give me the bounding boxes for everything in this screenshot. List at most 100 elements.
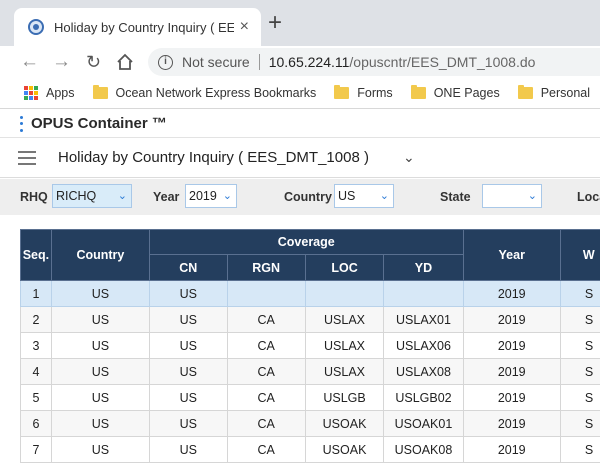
cell-year[interactable]: 2019 [462,306,561,333]
rhq-select[interactable]: RICHQ ⌄ [52,184,132,208]
cell-rgn[interactable]: CA [226,410,306,437]
forward-arrow-icon[interactable]: → [52,48,71,76]
cell-yd[interactable] [383,280,464,307]
cell-yd[interactable]: USOAK08 [383,436,464,463]
cell-year[interactable]: 2019 [462,410,561,437]
filter-bar: RHQ RICHQ ⌄ Year 2019 ⌄ Country US ⌄ Sta… [0,179,600,215]
header-seq[interactable]: Seq. [20,229,52,281]
cell-cn[interactable]: US [148,332,228,359]
cell-w[interactable]: S [559,332,600,359]
chevron-down-icon[interactable]: ⌄ [403,149,415,166]
cell-loc[interactable] [304,280,385,307]
cell-year[interactable]: 2019 [462,384,561,411]
table-row[interactable]: 4 US US CA USLAX USLAX08 2019 S [20,358,600,385]
state-select[interactable]: ⌄ [482,184,542,208]
cell-w[interactable]: S [559,280,600,307]
cell-w[interactable]: S [559,306,600,333]
cell-seq[interactable]: 1 [20,280,52,307]
close-tab-icon[interactable]: × [240,19,249,35]
cell-seq[interactable]: 5 [20,384,52,411]
cell-loc[interactable]: USLAX [304,306,385,333]
new-tab-button[interactable]: + [268,11,282,35]
bookmark-ocean-network-express[interactable]: Ocean Network Express Bookmarks [92,85,316,100]
header-loc[interactable]: LOC [304,254,385,281]
cell-rgn[interactable]: CA [226,384,306,411]
cell-year[interactable]: 2019 [462,436,561,463]
cell-country[interactable]: US [50,436,150,463]
header-country[interactable]: Country [50,229,150,281]
cell-country[interactable]: US [50,306,150,333]
cell-cn[interactable]: US [148,384,228,411]
cell-yd[interactable]: USLAX06 [383,332,464,359]
cell-seq[interactable]: 4 [20,358,52,385]
menu-icon[interactable] [18,151,36,165]
cell-rgn[interactable]: CA [226,306,306,333]
address-bar[interactable]: i Not secure 10.65.224.11/opuscntr/EES_D… [148,48,600,76]
chevron-down-icon: ⌄ [527,190,537,202]
header-w[interactable]: W [559,229,600,281]
header-yd[interactable]: YD [383,254,464,281]
cell-rgn[interactable]: CA [226,358,306,385]
home-icon[interactable] [116,48,134,80]
cell-w[interactable]: S [559,410,600,437]
cell-country[interactable]: US [50,280,150,307]
cell-loc[interactable]: USOAK [304,436,385,463]
header-cn[interactable]: CN [148,254,228,281]
cell-year[interactable]: 2019 [462,332,561,359]
cell-cn[interactable]: US [148,306,228,333]
browser-tab-strip: Holiday by Country Inquiry ( EES_DMT_100… [0,0,600,46]
cell-seq[interactable]: 7 [20,436,52,463]
header-rgn[interactable]: RGN [226,254,306,281]
app-name: OPUS Container ™ [31,115,167,132]
cell-cn[interactable]: US [148,436,228,463]
cell-yd[interactable]: USLGB02 [383,384,464,411]
header-coverage: Coverage [148,229,464,255]
cell-seq[interactable]: 6 [20,410,52,437]
year-select[interactable]: 2019 ⌄ [185,184,237,208]
cell-yd[interactable]: USOAK01 [383,410,464,437]
header-year[interactable]: Year [462,229,561,281]
country-select[interactable]: US ⌄ [334,184,394,208]
cell-loc[interactable]: USLGB [304,384,385,411]
cell-country[interactable]: US [50,358,150,385]
reload-icon[interactable]: ↻ [86,48,101,76]
cell-w[interactable]: S [559,436,600,463]
cell-cn[interactable]: US [148,410,228,437]
bookmark-one-pages[interactable]: ONE Pages [410,85,500,100]
cell-seq[interactable]: 2 [20,306,52,333]
cell-rgn[interactable]: CA [226,332,306,359]
table-row[interactable]: 7 US US CA USOAK USOAK08 2019 S [20,436,600,463]
cell-w[interactable]: S [559,358,600,385]
cell-seq[interactable]: 3 [20,332,52,359]
back-arrow-icon[interactable]: ← [20,48,39,76]
bookmark-apps[interactable]: Apps [24,86,75,100]
cell-country[interactable]: US [50,384,150,411]
cell-loc[interactable]: USLAX [304,332,385,359]
bookmark-personal[interactable]: Personal [517,85,590,100]
cell-rgn[interactable]: CA [226,436,306,463]
cell-year[interactable]: 2019 [462,358,561,385]
cell-yd[interactable]: USLAX08 [383,358,464,385]
page-title-bar: Holiday by Country Inquiry ( EES_DMT_100… [0,138,600,178]
app-header: OPUS Container ™ [0,110,600,138]
cell-cn[interactable]: US [148,358,228,385]
cell-loc[interactable]: USLAX [304,358,385,385]
table-row[interactable]: 5 US US CA USLGB USLGB02 2019 S [20,384,600,411]
info-icon[interactable]: i [158,54,173,70]
cell-country[interactable]: US [50,410,150,437]
table-row[interactable]: 3 US US CA USLAX USLAX06 2019 S [20,332,600,359]
table-row[interactable]: 2 US US CA USLAX USLAX01 2019 S [20,306,600,333]
bookmark-label: Apps [46,86,75,100]
cell-country[interactable]: US [50,332,150,359]
cell-year[interactable]: 2019 [462,280,561,307]
holiday-table: Seq. Country Coverage Year W CN RGN LOC … [20,229,600,463]
bookmark-forms[interactable]: Forms [334,85,393,100]
cell-w[interactable]: S [559,384,600,411]
cell-yd[interactable]: USLAX01 [383,306,464,333]
cell-rgn[interactable] [226,280,306,307]
table-row[interactable]: 1 US US 2019 S [20,280,600,307]
cell-loc[interactable]: USOAK [304,410,385,437]
browser-tab[interactable]: Holiday by Country Inquiry ( EES_DMT_100… [14,8,261,46]
cell-cn[interactable]: US [148,280,228,307]
table-row[interactable]: 6 US US CA USOAK USOAK01 2019 S [20,410,600,437]
